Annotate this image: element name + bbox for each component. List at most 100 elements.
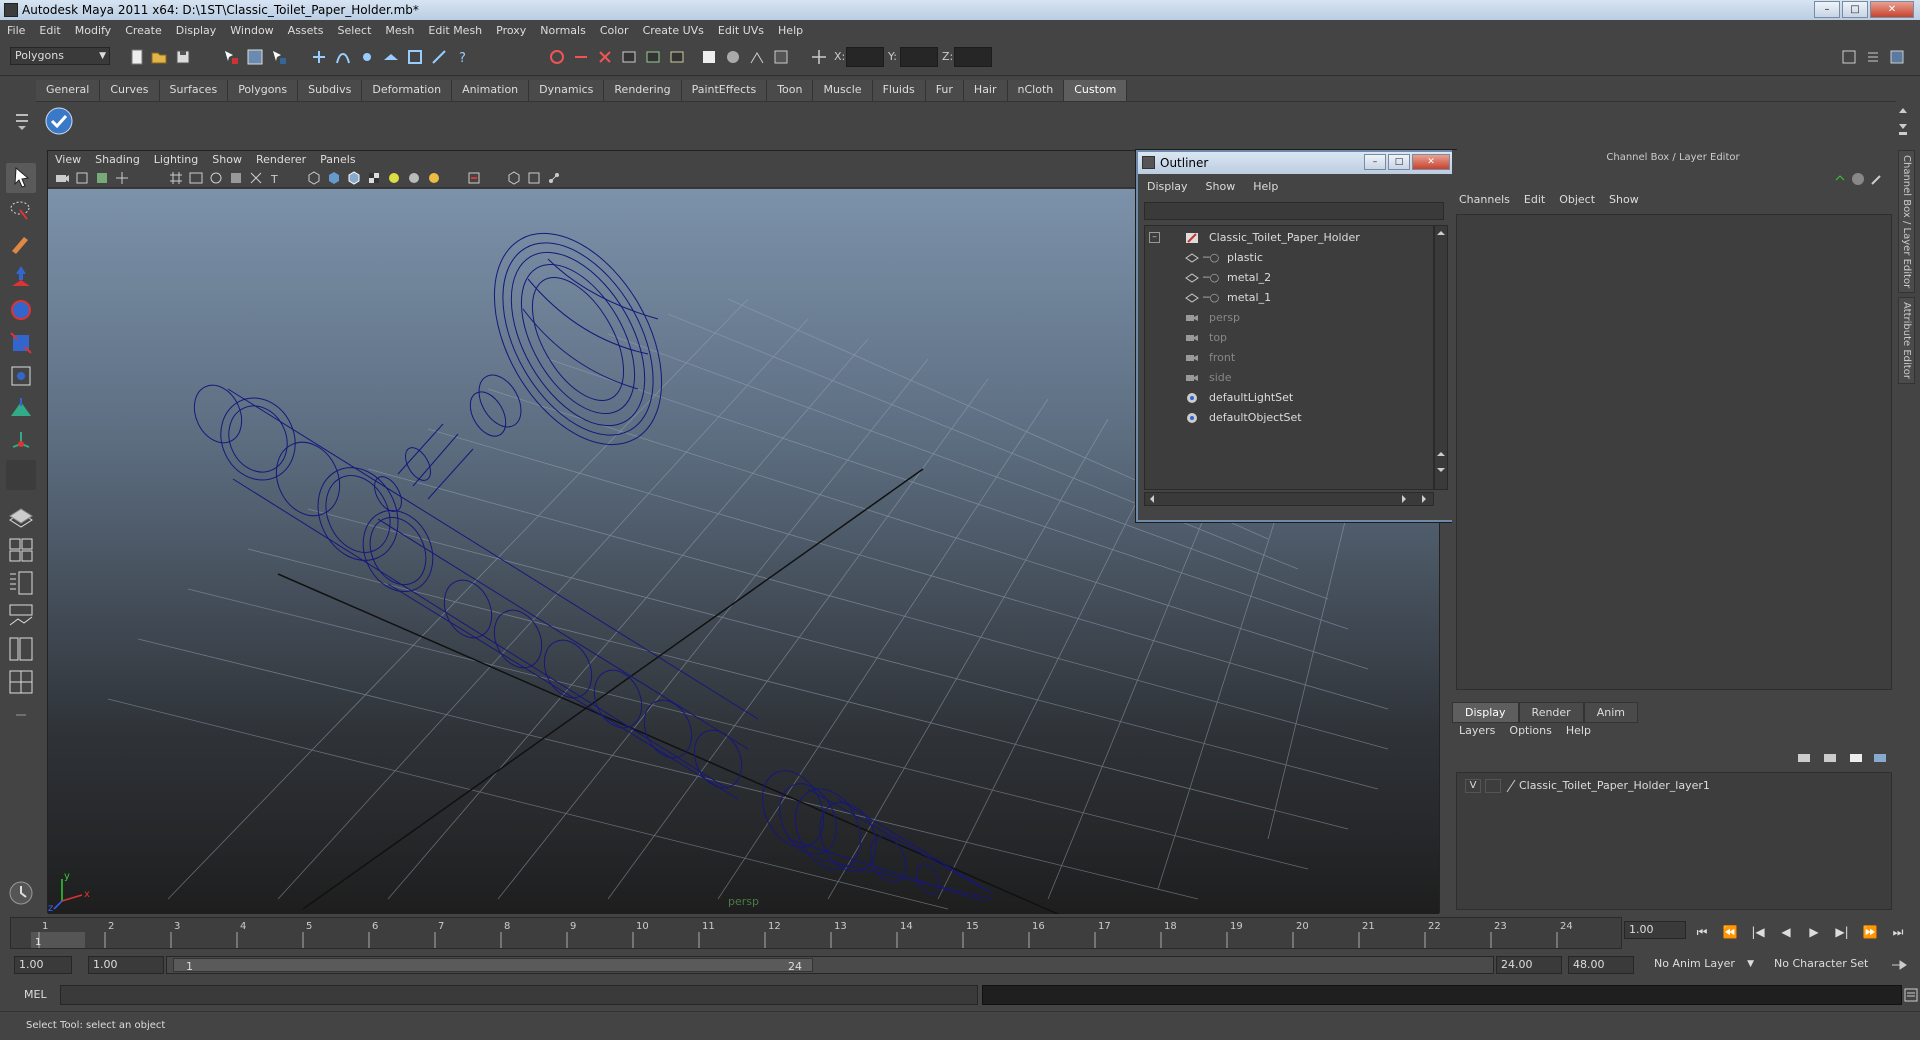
menu-set-select[interactable]: Polygons ▼ — [10, 47, 110, 65]
outliner-title-bar[interactable]: Outliner – □ ✕ — [1138, 152, 1454, 174]
show-hide-icon[interactable] — [700, 48, 718, 66]
isolate-select-icon[interactable] — [466, 170, 482, 186]
shelf-tab-curves[interactable]: Curves — [100, 80, 160, 101]
select-component-icon[interactable] — [270, 48, 288, 66]
layer-menu-options[interactable]: Options — [1502, 724, 1558, 737]
toolbox-expand-icon[interactable] — [6, 700, 36, 730]
auto-key-icon[interactable] — [1890, 956, 1910, 974]
snap-point-icon[interactable] — [358, 48, 376, 66]
menu-file[interactable]: File — [0, 24, 32, 37]
viewport-menu-show[interactable]: Show — [205, 153, 249, 166]
menu-edit-mesh[interactable]: Edit Mesh — [421, 24, 489, 37]
viewport-menu-panels[interactable]: Panels — [313, 153, 362, 166]
toggle-channel-box-icon[interactable] — [1888, 48, 1906, 66]
universal-manipulator-icon[interactable] — [6, 361, 36, 391]
snap-plane-icon[interactable] — [382, 48, 400, 66]
grid-toggle-icon[interactable] — [168, 170, 184, 186]
camera-attributes-icon[interactable] — [54, 170, 70, 186]
gate-mask-icon[interactable] — [228, 170, 244, 186]
channel-menu-channels[interactable]: Channels — [1452, 193, 1517, 211]
outliner-item-metal-2[interactable]: ─○ metal_2 — [1145, 268, 1433, 288]
wireframe-mode-icon[interactable] — [306, 170, 322, 186]
select-object-icon[interactable] — [246, 48, 264, 66]
mel-command-input[interactable] — [60, 985, 978, 1005]
menu-modify[interactable]: Modify — [68, 24, 118, 37]
character-set-select[interactable]: No Character Set — [1770, 956, 1884, 974]
viewport-menu-shading[interactable]: Shading — [88, 153, 147, 166]
play-backward-icon[interactable]: ◀ — [1774, 922, 1798, 942]
menu-edit-uvs[interactable]: Edit UVs — [711, 24, 771, 37]
textured-icon[interactable] — [366, 170, 382, 186]
outliner-item-persp[interactable]: persp — [1145, 308, 1433, 328]
smooth-shade-icon[interactable] — [326, 170, 342, 186]
scale-tool-icon[interactable] — [6, 328, 36, 358]
layout-hypershade-icon[interactable] — [6, 634, 36, 664]
menu-help[interactable]: Help — [771, 24, 810, 37]
outliner-item-plastic[interactable]: ─○ plastic — [1145, 248, 1433, 268]
shelf-tab-fur[interactable]: Fur — [925, 80, 964, 101]
x-input[interactable] — [846, 47, 884, 67]
menu-edit[interactable]: Edit — [32, 24, 67, 37]
layer-tab-anim[interactable]: Anim — [1583, 702, 1638, 723]
layout-outliner-persp-icon[interactable] — [6, 568, 36, 598]
shelf-tab-surfaces[interactable]: Surfaces — [159, 80, 229, 101]
render-settings-icon[interactable] — [668, 48, 686, 66]
outliner-item-front[interactable]: front — [1145, 348, 1433, 368]
playback-start-field[interactable]: 1.00 — [88, 956, 164, 974]
wireframe-on-shaded-icon[interactable] — [346, 170, 362, 186]
shelf-tab-muscle[interactable]: Muscle — [813, 80, 873, 101]
field-chart-icon[interactable] — [248, 170, 264, 186]
outliner-menu-display[interactable]: Display — [1138, 180, 1197, 193]
move-tool-icon[interactable] — [6, 262, 36, 292]
shelf-tab-polygons[interactable]: Polygons — [228, 80, 299, 101]
layer-tab-render[interactable]: Render — [1518, 702, 1584, 723]
shelf-tab-dynamics[interactable]: Dynamics — [529, 80, 605, 101]
range-slider[interactable]: 1 24 — [166, 956, 1494, 974]
layer-row[interactable]: V Classic_Toilet_Paper_Holder_layer1 — [1461, 777, 1881, 795]
snap-live-icon[interactable] — [430, 48, 448, 66]
minimize-button[interactable]: – — [1814, 1, 1840, 18]
question-icon[interactable]: ? — [454, 48, 472, 66]
outliner-item-metal-1[interactable]: ─○ metal_1 — [1145, 288, 1433, 308]
toggle-tool-settings-icon[interactable] — [1864, 48, 1882, 66]
channel-box-icons[interactable] — [1832, 170, 1886, 188]
film-gate-icon[interactable] — [188, 170, 204, 186]
animation-start-field[interactable]: 1.00 — [14, 956, 72, 974]
layer-menu-layers[interactable]: Layers — [1452, 724, 1502, 737]
layer-tab-display[interactable]: Display — [1452, 702, 1519, 723]
layer-menu-help[interactable]: Help — [1559, 724, 1598, 737]
input-ops-icon[interactable] — [596, 48, 614, 66]
outliner-item-default-object-set[interactable]: defaultObjectSet — [1145, 408, 1433, 428]
range-slider-handle[interactable]: 1 24 — [173, 958, 813, 973]
y-input[interactable] — [900, 47, 938, 67]
menu-color[interactable]: Color — [593, 24, 636, 37]
mel-label[interactable]: MEL — [24, 988, 47, 1001]
step-forward-frame-icon[interactable]: ▶| — [1830, 922, 1854, 942]
last-tool-icon[interactable] — [6, 460, 36, 490]
step-back-frame-icon[interactable]: |◀ — [1746, 922, 1770, 942]
channel-box-body[interactable] — [1456, 214, 1892, 690]
shelf-tab-general[interactable]: General — [36, 80, 101, 101]
xray-joints-icon[interactable] — [526, 170, 542, 186]
side-tab-attribute-editor[interactable]: Attribute Editor — [1898, 297, 1915, 385]
anim-layer-select[interactable]: No Anim Layer ▼ — [1650, 956, 1754, 974]
menu-assets[interactable]: Assets — [281, 24, 331, 37]
lasso-tool-icon[interactable] — [6, 196, 36, 226]
snap-surface-icon[interactable] — [406, 48, 424, 66]
custom-shelf-check-icon[interactable] — [44, 106, 74, 136]
layout-persp-graph-icon[interactable] — [6, 601, 36, 631]
step-forward-key-icon[interactable]: ⏩ — [1858, 922, 1882, 942]
layer-action-icons[interactable] — [1792, 748, 1892, 768]
channel-menu-object[interactable]: Object — [1552, 193, 1602, 211]
maximize-button[interactable]: □ — [1842, 1, 1868, 18]
step-back-key-icon[interactable]: ⏪ — [1718, 922, 1742, 942]
outliner-close-button[interactable]: ✕ — [1412, 154, 1450, 170]
outliner-item-top[interactable]: top — [1145, 328, 1433, 348]
close-button[interactable]: ✕ — [1870, 1, 1914, 18]
select-hierarchy-icon[interactable] — [222, 48, 240, 66]
menu-create-uvs[interactable]: Create UVs — [636, 24, 711, 37]
outliner-filter-input[interactable] — [1144, 202, 1444, 220]
layout-four-icon[interactable] — [6, 535, 36, 565]
shelf-tab-deformation[interactable]: Deformation — [362, 80, 453, 101]
open-scene-icon[interactable] — [150, 48, 168, 66]
